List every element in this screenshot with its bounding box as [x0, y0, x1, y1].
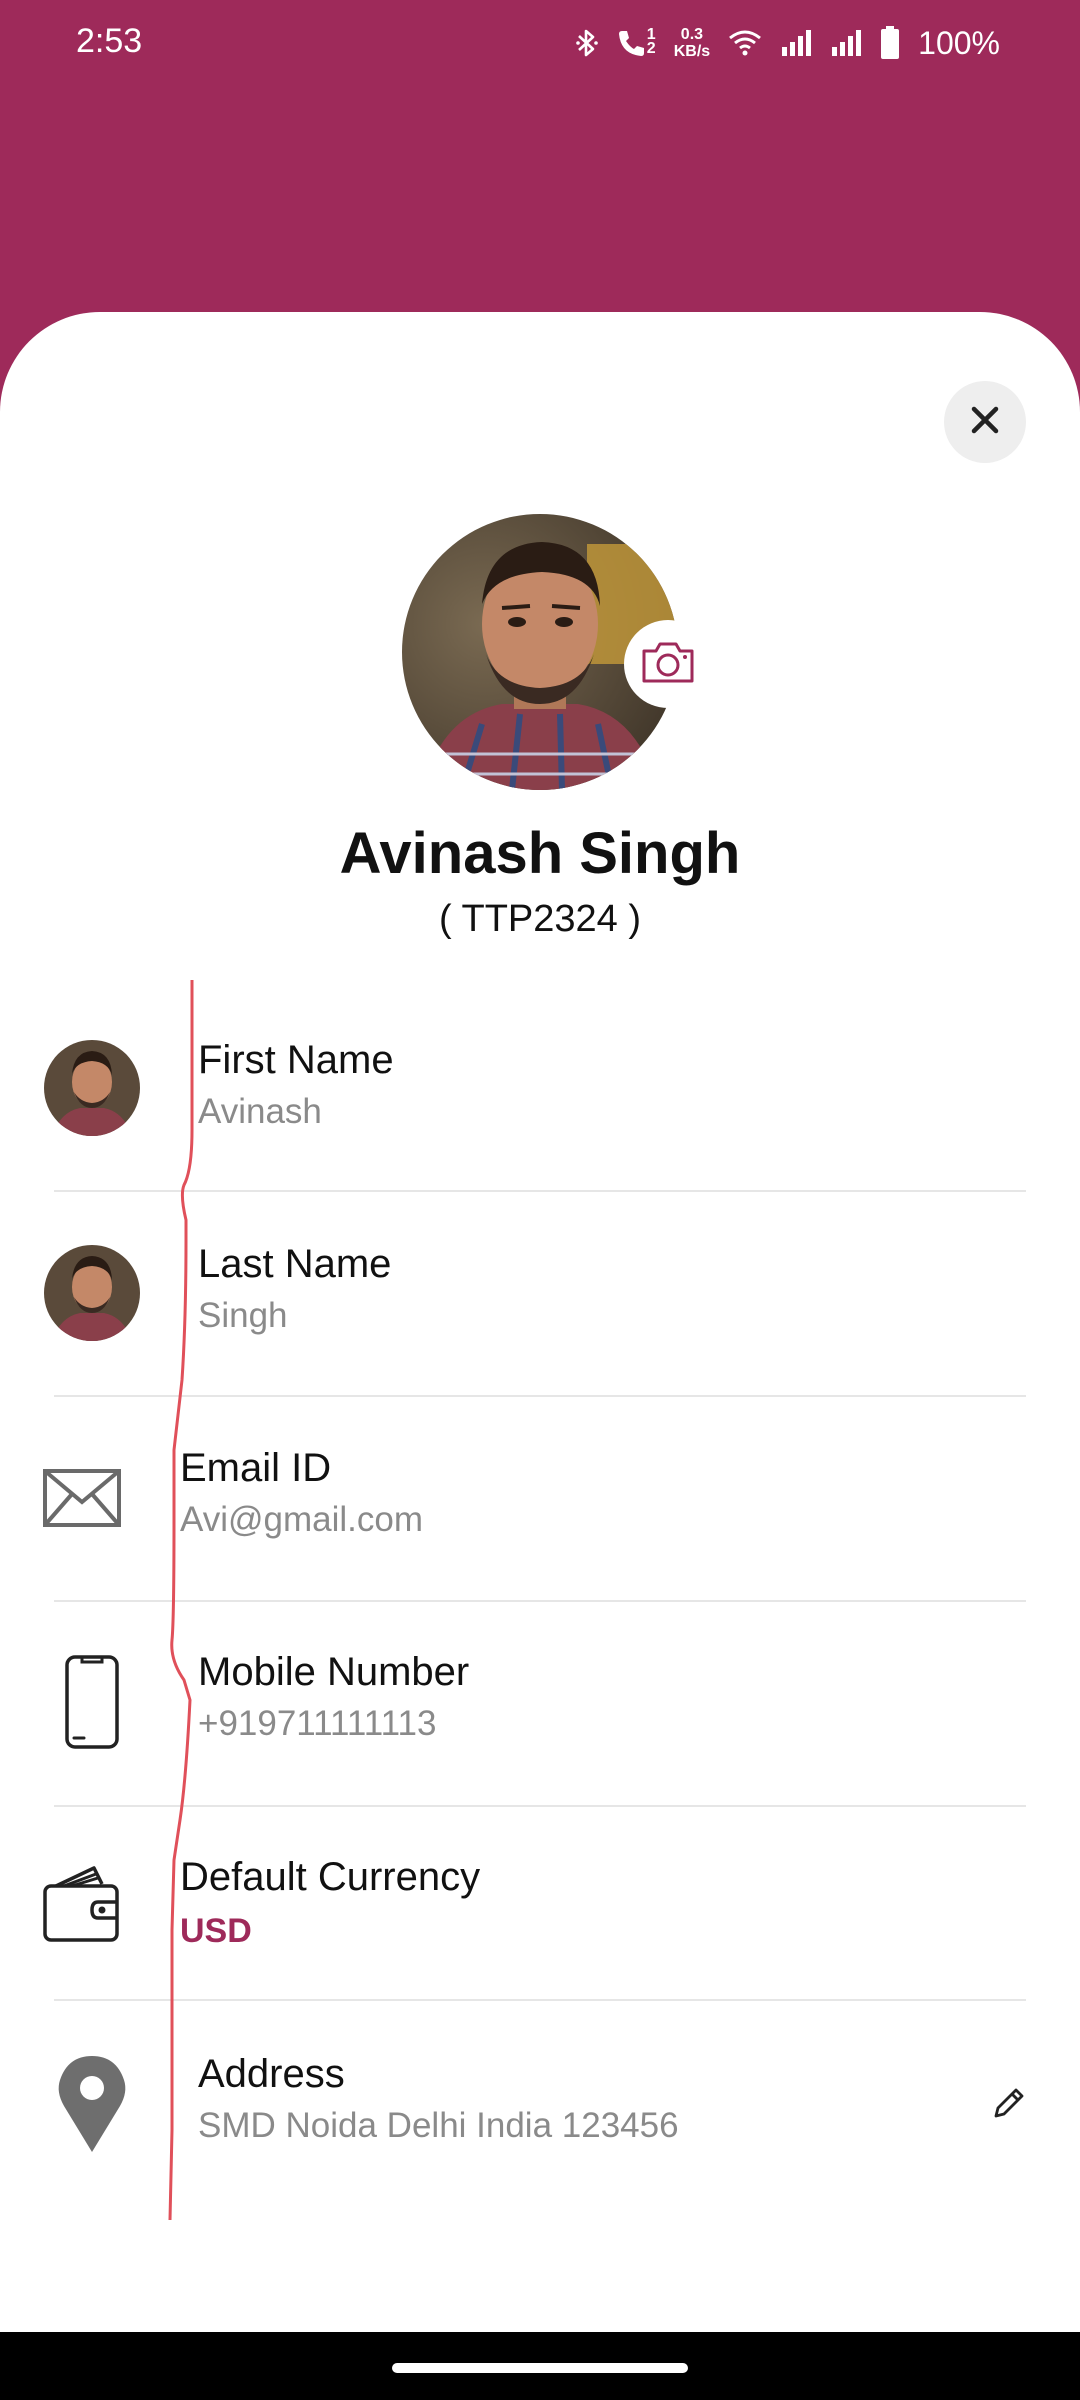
field-value: Avi@gmail.com — [180, 1500, 424, 1539]
edit-address-button[interactable] — [986, 2084, 1030, 2128]
field-label: Mobile Number — [198, 1650, 470, 1694]
profile-name: Avinash Singh — [339, 821, 741, 886]
wifi-icon — [728, 29, 762, 57]
call-icon: 1 2 — [616, 27, 656, 58]
field-value: Avinash — [198, 1092, 322, 1131]
divider — [54, 1190, 1026, 1192]
phone-icon — [64, 1654, 120, 1755]
change-photo-button[interactable] — [624, 620, 712, 708]
field-label: Default Currency — [180, 1855, 481, 1899]
signal-icon — [830, 29, 862, 57]
field-label: Address — [198, 2052, 345, 2096]
avatar — [44, 1040, 140, 1136]
status-icons: 1 2 0.3 KB/s 100% — [575, 18, 1000, 68]
field-value: USD — [180, 1912, 252, 1950]
field-value: SMD Noida Delhi India 123456 — [198, 2106, 679, 2145]
field-label: Last Name — [198, 1242, 392, 1286]
battery-percent: 100% — [918, 24, 1000, 61]
signal-icon — [780, 29, 812, 57]
camera-icon — [640, 639, 696, 690]
field-label: First Name — [198, 1038, 394, 1082]
status-bar: 2:53 1 2 0.3 KB/s 100% — [0, 0, 1080, 90]
call-sim2-label: 2 — [646, 40, 656, 57]
home-indicator[interactable] — [392, 2363, 688, 2373]
close-button[interactable] — [944, 381, 1026, 463]
avatar — [44, 1245, 140, 1341]
location-pin-icon — [56, 2054, 128, 2159]
status-time: 2:53 — [76, 22, 143, 60]
divider — [54, 1395, 1026, 1397]
wallet-icon — [42, 1864, 122, 1949]
battery-icon — [880, 26, 900, 60]
network-speed: 0.3 KB/s — [674, 26, 710, 60]
profile-photo-container — [402, 514, 712, 790]
close-icon — [968, 403, 1002, 442]
speed-unit: KB/s — [673, 43, 711, 60]
divider — [54, 1600, 1026, 1602]
speed-value: 0.3 — [680, 26, 704, 43]
pencil-icon — [990, 2086, 1026, 2127]
field-value: +919711111113 — [198, 1704, 437, 1743]
envelope-icon — [42, 1468, 122, 1533]
divider — [54, 1999, 1026, 2001]
field-value: Singh — [198, 1296, 288, 1335]
profile-code: ( TTP2324 ) — [438, 898, 642, 940]
divider — [54, 1805, 1026, 1807]
bluetooth-icon — [575, 27, 598, 59]
field-label: Email ID — [180, 1446, 332, 1490]
